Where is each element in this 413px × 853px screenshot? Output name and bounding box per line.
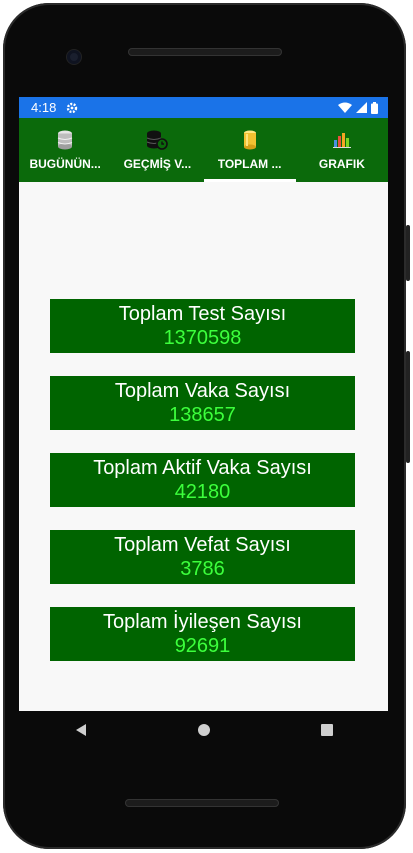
tab-label: TOPLAM ... [217, 157, 282, 171]
front-camera [67, 50, 81, 64]
database-icon [57, 129, 73, 151]
stat-title: Toplam İyileşen Sayısı [103, 610, 302, 633]
stat-title: Toplam Test Sayısı [118, 302, 287, 325]
cylinder-icon [242, 129, 258, 151]
battery-icon [371, 101, 378, 114]
recents-icon[interactable] [320, 723, 334, 742]
tab-bar: BUGÜNÜN... GEÇMİŞ V... TOPLAM ... GRAFIK [19, 118, 388, 182]
system-nav-bar [19, 711, 388, 753]
stat-card-recovered: Toplam İyileşen Sayısı 92691 [50, 607, 355, 661]
tab-label: BUGÜNÜN... [29, 157, 101, 171]
settings-icon [66, 102, 78, 114]
tab-history[interactable]: GEÇMİŞ V... [111, 118, 203, 182]
stat-value: 42180 [174, 480, 231, 503]
stat-value: 138657 [169, 403, 236, 426]
status-bar: 4:18 [19, 97, 388, 118]
stat-value: 3786 [180, 557, 225, 580]
stat-title: Toplam Vaka Sayısı [114, 379, 291, 402]
stat-card-deaths: Toplam Vefat Sayısı 3786 [50, 530, 355, 584]
database-history-icon [146, 129, 169, 151]
tab-total[interactable]: TOPLAM ... [203, 118, 297, 182]
tab-chart[interactable]: GRAFIK [296, 118, 388, 182]
top-speaker [128, 48, 282, 56]
stat-card-tests: Toplam Test Sayısı 1370598 [50, 299, 355, 353]
stat-title: Toplam Vefat Sayısı [114, 533, 291, 556]
stat-title: Toplam Aktif Vaka Sayısı [93, 456, 312, 479]
tab-label: GEÇMİŞ V... [123, 157, 192, 171]
volume-button [406, 351, 410, 463]
bar-chart-icon [332, 129, 351, 151]
back-icon[interactable] [74, 723, 88, 742]
status-time: 4:18 [31, 100, 57, 115]
signal-icon [356, 102, 367, 113]
tab-label: GRAFIK [318, 157, 365, 171]
total-stats-panel: Toplam Test Sayısı 1370598 Toplam Vaka S… [19, 182, 388, 711]
stat-card-cases: Toplam Vaka Sayısı 138657 [50, 376, 355, 430]
bottom-speaker [125, 799, 279, 807]
screen: 4:18 BUGÜNÜN... GEÇMİŞ V... TOPLAM ... G… [19, 97, 388, 711]
stat-value: 1370598 [163, 326, 242, 349]
tab-today[interactable]: BUGÜNÜN... [19, 118, 111, 182]
home-icon[interactable] [197, 723, 211, 742]
stat-card-active-cases: Toplam Aktif Vaka Sayısı 42180 [50, 453, 355, 507]
wifi-icon [338, 102, 352, 113]
stat-value: 92691 [174, 634, 231, 657]
power-button [406, 225, 410, 281]
